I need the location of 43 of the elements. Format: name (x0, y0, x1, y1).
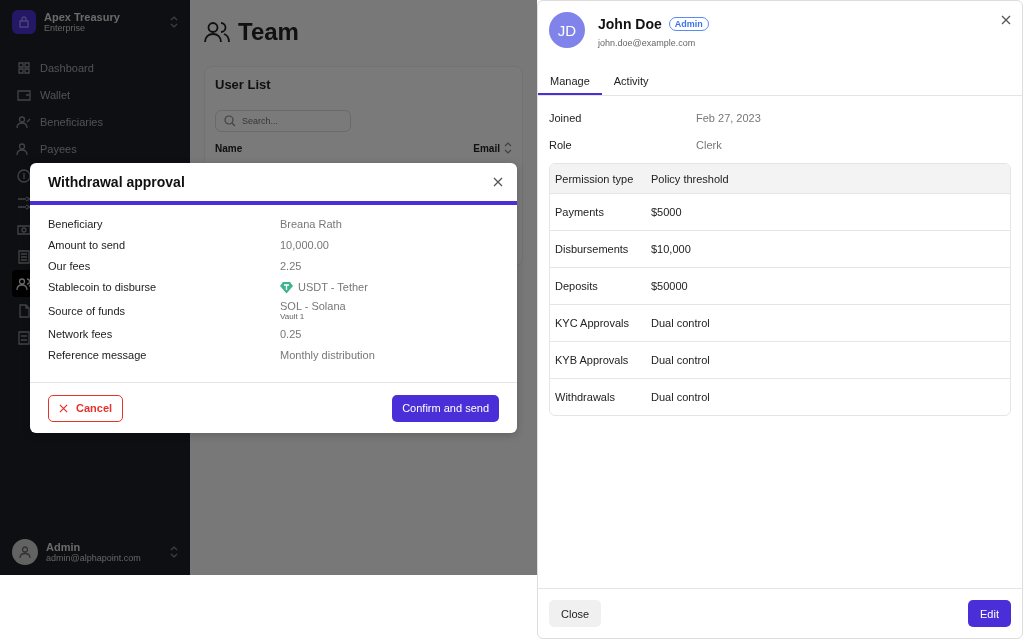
detail-value: 0.25 (280, 328, 302, 340)
field-value: Clerk (696, 138, 722, 151)
detail-label: Source of funds (48, 304, 127, 317)
user-email: john.doe@example.com (598, 38, 697, 48)
table-cell-text: Withdrawals (554, 391, 616, 403)
table-cell-text: Disbursements (554, 243, 630, 255)
detail-value: SOL - Solana (280, 300, 346, 312)
user-email: admin@alphapoint.com (46, 553, 142, 563)
table-cell: Dual control (651, 391, 710, 403)
table-cell: $10,000 (651, 243, 691, 255)
table-cell-text: Payments (554, 206, 605, 218)
user-name: John Doe (598, 16, 662, 32)
detail-subvalue: Vault 1 (280, 312, 306, 321)
table-cell-text: Deposits (554, 280, 599, 292)
org-plan: Enterprise (44, 23, 86, 33)
card-title: User List (215, 77, 271, 92)
org-name: Apex Treasury (44, 11, 121, 23)
field-label: Role (549, 138, 573, 151)
field-label: Joined (549, 111, 583, 124)
table-cell: Dual control (651, 317, 710, 329)
table-cell: Dual control (651, 354, 710, 366)
detail-label: Network fees (48, 328, 114, 340)
column-header: Policy threshold (651, 172, 729, 185)
detail-value: USDT - Tether (298, 281, 368, 293)
table-cell-text: KYC Approvals (554, 317, 630, 329)
avatar: JD (549, 12, 585, 48)
detail-value: Breana Rath (280, 218, 342, 230)
detail-label: Reference message (48, 349, 148, 361)
detail-label: Our fees (48, 260, 92, 272)
table-cell: $5000 (651, 206, 682, 218)
detail-label: Beneficiary (48, 218, 104, 230)
page-title: Team (238, 18, 299, 46)
column-header: Permission type (554, 172, 635, 185)
field-value: Feb 27, 2023 (696, 111, 761, 124)
table-cell-text: KYB Approvals (554, 354, 630, 366)
detail-value: 10,000.00 (280, 239, 329, 251)
dialog-title: Withdrawal approval (48, 174, 185, 190)
detail-value: Monthly distribution (280, 349, 375, 361)
detail-label: Amount to send (48, 239, 127, 251)
user-name: Admin (46, 541, 82, 553)
detail-value: 2.25 (280, 260, 302, 272)
table-cell: $50000 (651, 280, 688, 292)
detail-label: Stablecoin to disburse (48, 281, 158, 293)
